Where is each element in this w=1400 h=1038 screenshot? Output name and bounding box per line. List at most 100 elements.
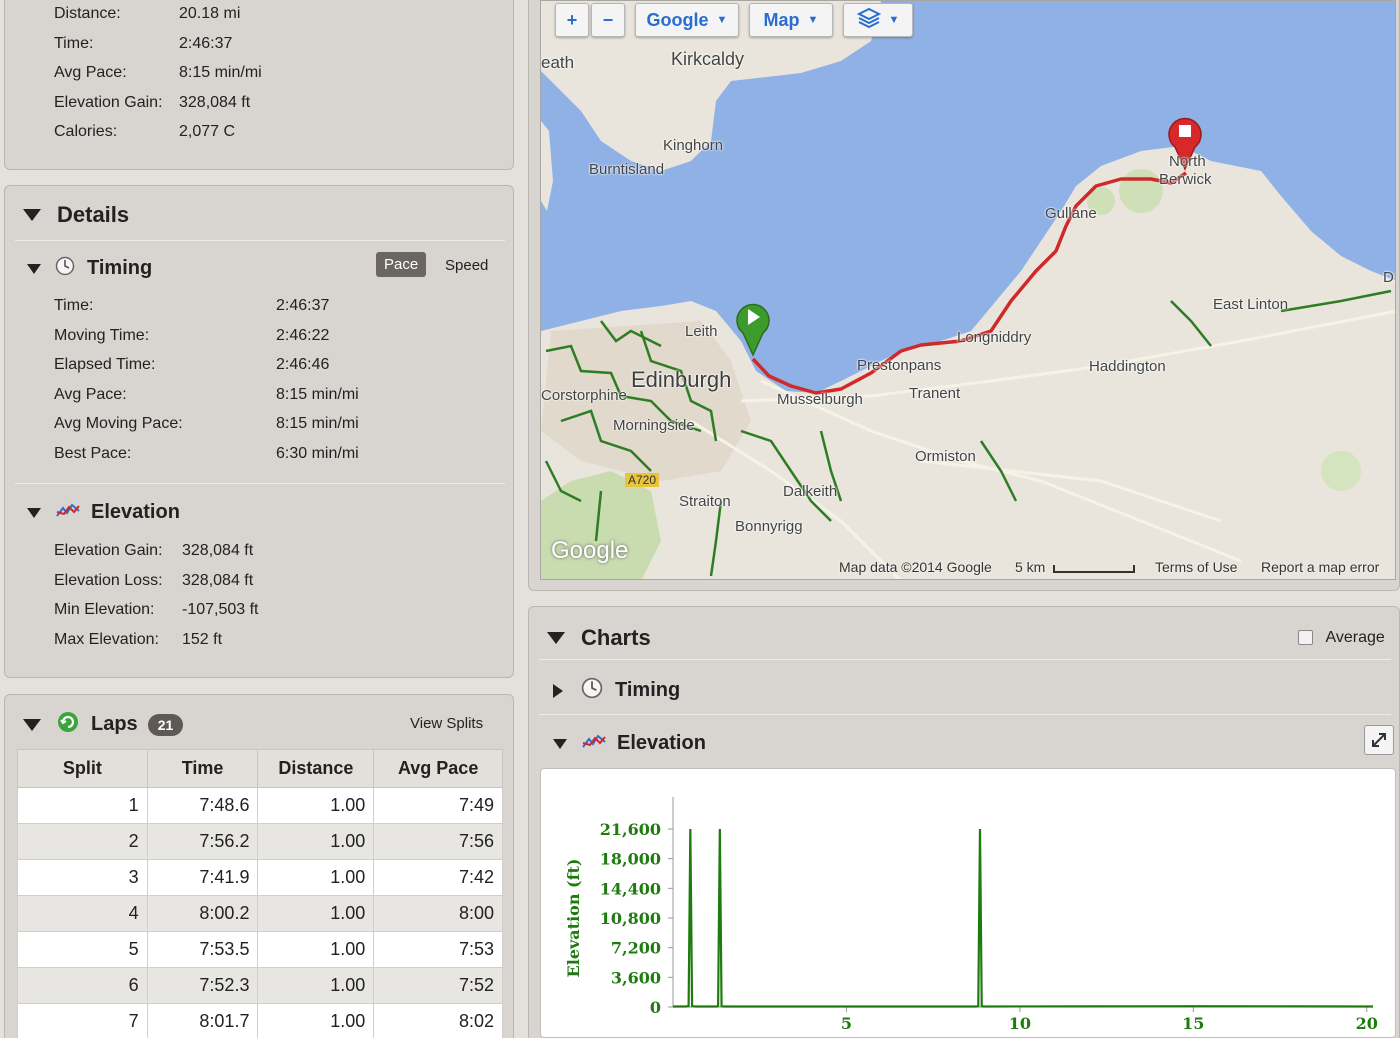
table-cell: 8:00 — [373, 895, 503, 932]
fullscreen-button[interactable] — [1364, 725, 1394, 755]
elevation-value: -107,503 ft — [182, 601, 259, 618]
table-cell: 7:52 — [373, 967, 503, 1004]
table-cell: 1.00 — [257, 859, 375, 896]
table-cell: 8:01.7 — [146, 1003, 259, 1038]
terms-of-use-link[interactable]: Terms of Use — [1155, 559, 1237, 575]
clock-icon — [55, 256, 75, 281]
summary-label: Time: — [54, 34, 94, 52]
y-tick-label: 14,400 — [600, 879, 661, 898]
table-cell: 5 — [17, 931, 148, 968]
summary-label: Calories: — [54, 123, 118, 140]
timing-title: Timing — [87, 257, 153, 279]
table-row[interactable]: 7 8:01.7 1.00 8:02 — [17, 1003, 503, 1038]
start-marker-icon[interactable] — [735, 299, 771, 357]
summary-value: 2:46:37 — [179, 34, 233, 52]
laps-column-header[interactable]: Split — [17, 749, 148, 788]
table-cell: 7:48.6 — [146, 787, 259, 824]
table-row[interactable]: 5 7:53.5 1.00 7:53 — [17, 931, 503, 968]
laps-icon — [57, 711, 79, 738]
provider-select[interactable]: Google ▼ — [635, 3, 739, 37]
details-header[interactable]: Details — [23, 202, 129, 228]
laps-title: Laps — [91, 713, 138, 735]
y-tick-label: 0 — [650, 998, 661, 1017]
collapse-triangle-icon[interactable] — [23, 209, 41, 221]
x-tick-label: 20 — [1356, 1014, 1378, 1033]
table-cell: 7:56.2 — [146, 823, 259, 860]
laps-column-header[interactable]: Avg Pace — [373, 749, 503, 788]
map-label: Morningside — [613, 417, 695, 434]
speed-toggle-button[interactable]: Speed — [445, 257, 488, 274]
timing-value: 2:46:46 — [276, 356, 330, 373]
expand-triangle-icon[interactable] — [553, 683, 563, 698]
collapse-triangle-icon[interactable] — [553, 738, 567, 749]
table-cell: 2 — [17, 823, 148, 860]
collapse-triangle-icon[interactable] — [27, 263, 41, 274]
map-label: East Linton — [1213, 296, 1289, 313]
map-label: Gullane — [1045, 205, 1097, 222]
charts-header[interactable]: Charts — [547, 625, 651, 651]
route-map[interactable]: + − Google ▼ Map ▼ ▼ eath Kirkcaldy King… — [540, 0, 1396, 580]
elevation-chart-header[interactable]: Elevation — [553, 731, 706, 756]
map-label: Ormiston — [915, 448, 976, 465]
elevation-label: Max Elevation: — [54, 630, 159, 648]
table-row[interactable]: 4 8:00.2 1.00 8:00 — [17, 895, 503, 932]
table-cell: 7:52.3 — [146, 967, 259, 1004]
collapse-triangle-icon[interactable] — [23, 718, 41, 731]
map-type-select[interactable]: Map ▼ — [749, 3, 833, 37]
table-row[interactable]: 1 7:48.6 1.00 7:49 — [17, 787, 503, 824]
map-label: Burntisland — [589, 161, 665, 178]
x-tick-label: 5 — [841, 1014, 852, 1033]
table-cell: 7:56 — [373, 823, 503, 860]
elevation-icon — [55, 500, 81, 525]
layers-icon — [856, 7, 881, 34]
table-cell: 4 — [17, 895, 148, 932]
table-cell: 3 — [17, 859, 148, 896]
elevation-label: Elevation Loss: — [54, 571, 163, 589]
collapse-triangle-icon[interactable] — [547, 632, 565, 644]
laps-column-header[interactable]: Distance — [257, 749, 375, 788]
timing-value: 8:15 min/mi — [276, 415, 359, 432]
table-row[interactable]: 6 7:52.3 1.00 7:52 — [17, 967, 503, 1004]
map-label: Prestonpans — [857, 357, 942, 374]
timing-section-header[interactable]: Timing — [27, 256, 152, 281]
chevron-down-icon: ▼ — [716, 14, 728, 26]
table-cell: 8:00.2 — [146, 895, 259, 932]
view-splits-link[interactable]: View Splits — [410, 715, 483, 732]
report-map-error-link[interactable]: Report a map error — [1261, 559, 1379, 575]
laps-column-header[interactable]: Time — [146, 749, 259, 788]
timing-chart-header[interactable]: Timing — [553, 677, 680, 704]
collapse-triangle-icon[interactable] — [27, 507, 41, 518]
table-cell: 1.00 — [257, 1003, 375, 1038]
y-axis-label: Elevation (ft) — [564, 859, 583, 978]
map-label: Dalkeith — [783, 483, 838, 500]
map-label: Dunbar — [1383, 269, 1395, 286]
average-label: Average — [1325, 629, 1385, 646]
x-tick-label: 10 — [1009, 1014, 1031, 1033]
timing-label: Avg Moving Pace: — [54, 415, 183, 432]
expand-icon — [1372, 733, 1386, 747]
table-cell: 8:02 — [373, 1003, 503, 1038]
map-label: Leith — [685, 323, 718, 340]
table-row[interactable]: 2 7:56.2 1.00 7:56 — [17, 823, 503, 860]
laps-header[interactable]: Laps 21 — [23, 711, 184, 738]
layers-select[interactable]: ▼ — [843, 3, 913, 37]
zoom-in-button[interactable]: + — [555, 3, 589, 37]
table-cell: 7:53.5 — [146, 931, 259, 968]
pace-toggle-button[interactable]: Pace — [376, 252, 427, 277]
timing-label: Elapsed Time: — [54, 356, 156, 373]
elevation-title: Elevation — [91, 501, 180, 523]
average-checkbox[interactable] — [1298, 630, 1313, 646]
elevation-section-header[interactable]: Elevation — [27, 500, 180, 525]
y-tick-label: 10,800 — [600, 909, 661, 928]
laps-table: Split Time Distance Avg Pace 1 7:48.6 1.00 7:4… — [17, 749, 503, 1038]
timing-label: Moving Time: — [54, 326, 150, 344]
map-label: Kinghorn — [663, 137, 724, 154]
average-toggle[interactable]: Average — [1298, 629, 1385, 647]
y-tick-label: 18,000 — [600, 850, 661, 869]
zoom-out-button[interactable]: − — [591, 3, 625, 37]
summary-value: 328,084 ft — [179, 93, 251, 111]
elevation-value: 328,084 ft — [182, 571, 254, 589]
map-label: Berwick — [1159, 171, 1212, 188]
map-scale-label: 5 km — [1015, 559, 1046, 575]
table-row[interactable]: 3 7:41.9 1.00 7:42 — [17, 859, 503, 896]
